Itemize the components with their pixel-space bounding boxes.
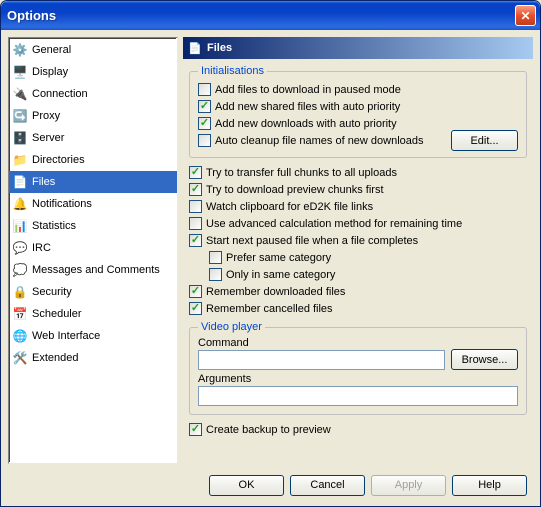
extended-icon: 🛠️: [12, 350, 28, 366]
initialisations-group: Initialisations Add files to download in…: [189, 65, 527, 158]
display-icon: 🖥️: [12, 64, 28, 80]
sidebar-item-notifications[interactable]: 🔔 Notifications: [9, 193, 177, 215]
advanced-calc-label: Use advanced calculation method for rema…: [206, 218, 462, 230]
sidebar-item-security[interactable]: 🔒 Security: [9, 281, 177, 303]
content-panel: 📄 Files Initialisations Add files to dow…: [183, 37, 533, 464]
auto-cleanup-label: Auto cleanup file names of new downloads: [215, 135, 424, 147]
initialisations-legend: Initialisations: [198, 65, 267, 77]
directories-icon: 📁: [12, 152, 28, 168]
sidebar-item-label: Server: [32, 132, 64, 144]
web-interface-icon: 🌐: [12, 328, 28, 344]
edit-button[interactable]: Edit...: [451, 130, 518, 151]
sidebar-item-label: Messages and Comments: [32, 264, 160, 276]
sidebar-item-label: IRC: [32, 242, 51, 254]
sidebar-item-label: Notifications: [32, 198, 92, 210]
ok-button[interactable]: OK: [209, 475, 284, 496]
start-next-label: Start next paused file when a file compl…: [206, 235, 418, 247]
sidebar-item-files[interactable]: 📄 Files: [9, 171, 177, 193]
sidebar-item-label: Directories: [32, 154, 85, 166]
connection-icon: 🔌: [12, 86, 28, 102]
watch-clipboard-checkbox[interactable]: [189, 200, 202, 213]
sidebar-item-label: Files: [32, 176, 55, 188]
sidebar-item-extended[interactable]: 🛠️ Extended: [9, 347, 177, 369]
prefer-category-label: Prefer same category: [226, 252, 331, 264]
apply-button[interactable]: Apply: [371, 475, 446, 496]
add-paused-label: Add files to download in paused mode: [215, 84, 401, 96]
sidebar-item-proxy[interactable]: ↪️ Proxy: [9, 105, 177, 127]
sidebar-item-label: Statistics: [32, 220, 76, 232]
only-category-checkbox[interactable]: [209, 268, 222, 281]
messages-and-comments-icon: 💭: [12, 262, 28, 278]
options-window: Options ✕ ⚙️ General 🖥️ Display 🔌 Connection ↪…: [0, 0, 541, 507]
downloads-autoprio-checkbox[interactable]: [198, 117, 211, 130]
only-category-label: Only in same category: [226, 269, 335, 281]
arguments-label: Arguments: [198, 373, 518, 385]
sidebar-item-server[interactable]: 🗄️ Server: [9, 127, 177, 149]
browse-button[interactable]: Browse...: [451, 349, 518, 370]
irc-icon: 💬: [12, 240, 28, 256]
button-bar: OK Cancel Apply Help: [8, 471, 533, 499]
remember-downloaded-label: Remember downloaded files: [206, 286, 345, 298]
security-icon: 🔒: [12, 284, 28, 300]
preview-chunks-checkbox[interactable]: [189, 183, 202, 196]
remember-cancelled-checkbox[interactable]: [189, 302, 202, 315]
sidebar-item-label: Display: [32, 66, 68, 78]
proxy-icon: ↪️: [12, 108, 28, 124]
remember-downloaded-checkbox[interactable]: [189, 285, 202, 298]
watch-clipboard-label: Watch clipboard for eD2K file links: [206, 201, 373, 213]
shared-autoprio-checkbox[interactable]: [198, 100, 211, 113]
video-player-group: Video player Command Browse... Arguments: [189, 321, 527, 415]
sidebar[interactable]: ⚙️ General 🖥️ Display 🔌 Connection ↪️ Proxy 🗄️ Se…: [8, 37, 178, 464]
server-icon: 🗄️: [12, 130, 28, 146]
files-icon: 📄: [12, 174, 28, 190]
auto-cleanup-checkbox[interactable]: [198, 134, 211, 147]
shared-autoprio-label: Add new shared files with auto priority: [215, 101, 400, 113]
command-label: Command: [198, 337, 445, 349]
content-title: Files: [207, 42, 232, 54]
titlebar[interactable]: Options ✕: [1, 1, 540, 30]
create-backup-checkbox[interactable]: [189, 423, 202, 436]
full-chunks-checkbox[interactable]: [189, 166, 202, 179]
sidebar-item-scheduler[interactable]: 📅 Scheduler: [9, 303, 177, 325]
create-backup-label: Create backup to preview: [206, 424, 331, 436]
notifications-icon: 🔔: [12, 196, 28, 212]
files-icon: 📄: [187, 40, 203, 56]
general-icon: ⚙️: [12, 42, 28, 58]
command-input[interactable]: [198, 350, 445, 370]
sidebar-item-directories[interactable]: 📁 Directories: [9, 149, 177, 171]
arguments-input[interactable]: [198, 386, 518, 406]
window-title: Options: [7, 8, 515, 23]
prefer-category-checkbox[interactable]: [209, 251, 222, 264]
content-header: 📄 Files: [183, 37, 533, 59]
downloads-autoprio-label: Add new downloads with auto priority: [215, 118, 397, 130]
sidebar-item-display[interactable]: 🖥️ Display: [9, 61, 177, 83]
scheduler-icon: 📅: [12, 306, 28, 322]
advanced-calc-checkbox[interactable]: [189, 217, 202, 230]
sidebar-item-label: Proxy: [32, 110, 60, 122]
preview-chunks-label: Try to download preview chunks first: [206, 184, 384, 196]
sidebar-item-label: Scheduler: [32, 308, 82, 320]
sidebar-item-messages-and-comments[interactable]: 💭 Messages and Comments: [9, 259, 177, 281]
sidebar-item-label: General: [32, 44, 71, 56]
remember-cancelled-label: Remember cancelled files: [206, 303, 333, 315]
sidebar-item-label: Security: [32, 286, 72, 298]
sidebar-item-general[interactable]: ⚙️ General: [9, 39, 177, 61]
sidebar-item-label: Web Interface: [32, 330, 100, 342]
close-button[interactable]: ✕: [515, 5, 536, 26]
start-next-checkbox[interactable]: [189, 234, 202, 247]
sidebar-item-web-interface[interactable]: 🌐 Web Interface: [9, 325, 177, 347]
video-player-legend: Video player: [198, 321, 265, 333]
full-chunks-label: Try to transfer full chunks to all uploa…: [206, 167, 397, 179]
statistics-icon: 📊: [12, 218, 28, 234]
sidebar-item-connection[interactable]: 🔌 Connection: [9, 83, 177, 105]
cancel-button[interactable]: Cancel: [290, 475, 365, 496]
sidebar-item-label: Extended: [32, 352, 78, 364]
help-button[interactable]: Help: [452, 475, 527, 496]
add-paused-checkbox[interactable]: [198, 83, 211, 96]
sidebar-item-statistics[interactable]: 📊 Statistics: [9, 215, 177, 237]
sidebar-item-label: Connection: [32, 88, 88, 100]
sidebar-item-irc[interactable]: 💬 IRC: [9, 237, 177, 259]
